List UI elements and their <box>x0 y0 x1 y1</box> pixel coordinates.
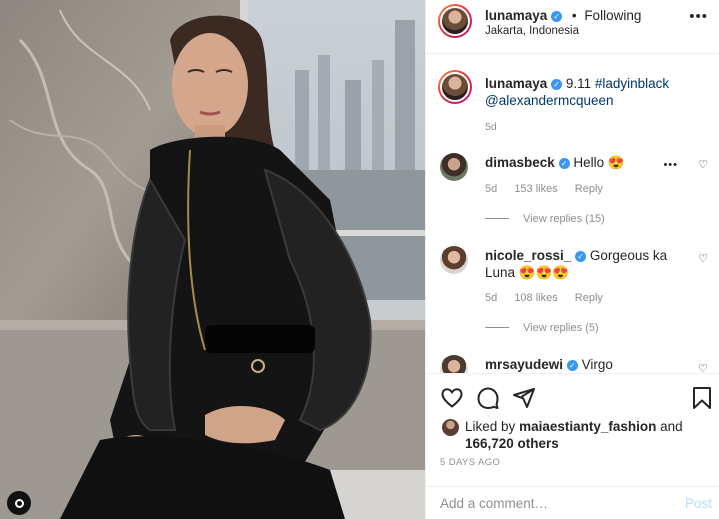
comment-line: nicole_rossi_ ✓ Gorgeous ka <box>485 248 667 263</box>
comment-like-heart-icon[interactable]: ♡ <box>698 158 708 171</box>
view-replies-label: View replies (15) <box>523 213 605 225</box>
caption-mention[interactable]: @alexandermcqueen <box>485 93 614 108</box>
comment-icon[interactable] <box>476 386 500 410</box>
post-image <box>0 0 425 519</box>
post-panel: lunamaya ✓ • Following Jakarta, Indonesi… <box>425 0 719 519</box>
comment-likes[interactable]: 153 likes <box>514 183 557 195</box>
comment-text: Hello 😍 <box>573 155 625 170</box>
bookmark-icon[interactable] <box>691 386 713 410</box>
reply-button[interactable]: Reply <box>575 292 603 304</box>
comment-line: mrsayudewi ✓ Virgo <box>485 357 613 372</box>
comment-text: Virgo <box>581 357 613 372</box>
commenter-avatar[interactable] <box>440 246 468 274</box>
following-button[interactable]: Following <box>584 8 641 23</box>
comment-likes[interactable]: 108 likes <box>514 292 557 304</box>
post-location[interactable]: Jakarta, Indonesia <box>485 25 579 37</box>
view-replies-button[interactable]: View replies (15) <box>485 213 605 225</box>
likes-joiner: and <box>660 419 683 434</box>
post-photo[interactable] <box>0 0 425 519</box>
commenter-avatar[interactable] <box>440 355 468 373</box>
comment-meta: 5d 153 likes Reply <box>485 183 617 195</box>
user-tag-icon[interactable] <box>7 491 31 515</box>
post-comment-button[interactable]: Post <box>685 496 712 511</box>
verified-badge-icon: ✓ <box>551 11 563 22</box>
heart-icon[interactable] <box>440 386 464 410</box>
caption-line: lunamaya ✓ 9.11 #ladyinblack <box>485 76 669 91</box>
liker-avatar[interactable] <box>442 419 459 436</box>
comment-more-icon[interactable]: ••• <box>663 159 678 171</box>
post-date[interactable]: 5 DAYS AGO <box>440 457 500 468</box>
comment-username[interactable]: dimasbeck <box>485 155 555 170</box>
likes-count[interactable]: 166,720 others <box>465 436 559 451</box>
caption-text: 9.11 <box>565 76 592 91</box>
verified-badge-icon: ✓ <box>551 79 563 90</box>
add-comment-bar: Post <box>426 486 719 519</box>
caption-avatar[interactable] <box>438 70 472 104</box>
verified-badge-icon: ✓ <box>558 158 570 169</box>
comment-time: 5d <box>485 292 498 304</box>
likes-prefix: Liked by <box>465 419 516 434</box>
share-icon[interactable] <box>512 386 536 410</box>
verified-badge-icon: ✓ <box>566 360 578 371</box>
caption-username[interactable]: lunamaya <box>485 76 547 91</box>
comment-time: 5d <box>485 183 498 195</box>
view-replies-label: View replies (5) <box>523 322 599 334</box>
separator-dot: • <box>571 8 577 23</box>
likes-summary: Liked by maiaestianty_fashion and 166,72… <box>465 418 705 452</box>
comment-like-heart-icon[interactable]: ♡ <box>698 252 708 265</box>
post-actions: Liked by maiaestianty_fashion and 166,72… <box>426 373 719 519</box>
author-username[interactable]: lunamaya <box>485 8 547 23</box>
comment-username[interactable]: nicole_rossi_ <box>485 248 571 263</box>
verified-badge-icon: ✓ <box>575 251 587 262</box>
comment-meta: 5d 108 likes Reply <box>485 292 617 304</box>
comment-username[interactable]: mrsayudewi <box>485 357 563 372</box>
comment-like-heart-icon[interactable]: ♡ <box>698 362 708 373</box>
comments-scroll[interactable]: lunamaya ✓ 9.11 #ladyinblack @alexanderm… <box>426 54 719 373</box>
comment-text-continued: Luna 😍😍😍 <box>485 265 570 280</box>
more-options-icon[interactable]: ••• <box>689 8 708 25</box>
reply-button[interactable]: Reply <box>575 183 603 195</box>
commenter-avatar[interactable] <box>440 153 468 181</box>
comment-text: Gorgeous ka <box>589 248 668 263</box>
liker-username[interactable]: maiaestianty_fashion <box>519 419 656 434</box>
caption-time: 5d <box>485 121 497 133</box>
author-avatar[interactable] <box>438 4 472 38</box>
comment-input[interactable] <box>440 496 660 511</box>
caption-hashtag[interactable]: #ladyinblack <box>595 76 669 91</box>
author-line: lunamaya ✓ • Following <box>485 8 641 23</box>
post-header: lunamaya ✓ • Following Jakarta, Indonesi… <box>426 0 719 54</box>
view-replies-button[interactable]: View replies (5) <box>485 322 599 334</box>
comment-line: dimasbeck ✓ Hello 😍 <box>485 155 625 171</box>
